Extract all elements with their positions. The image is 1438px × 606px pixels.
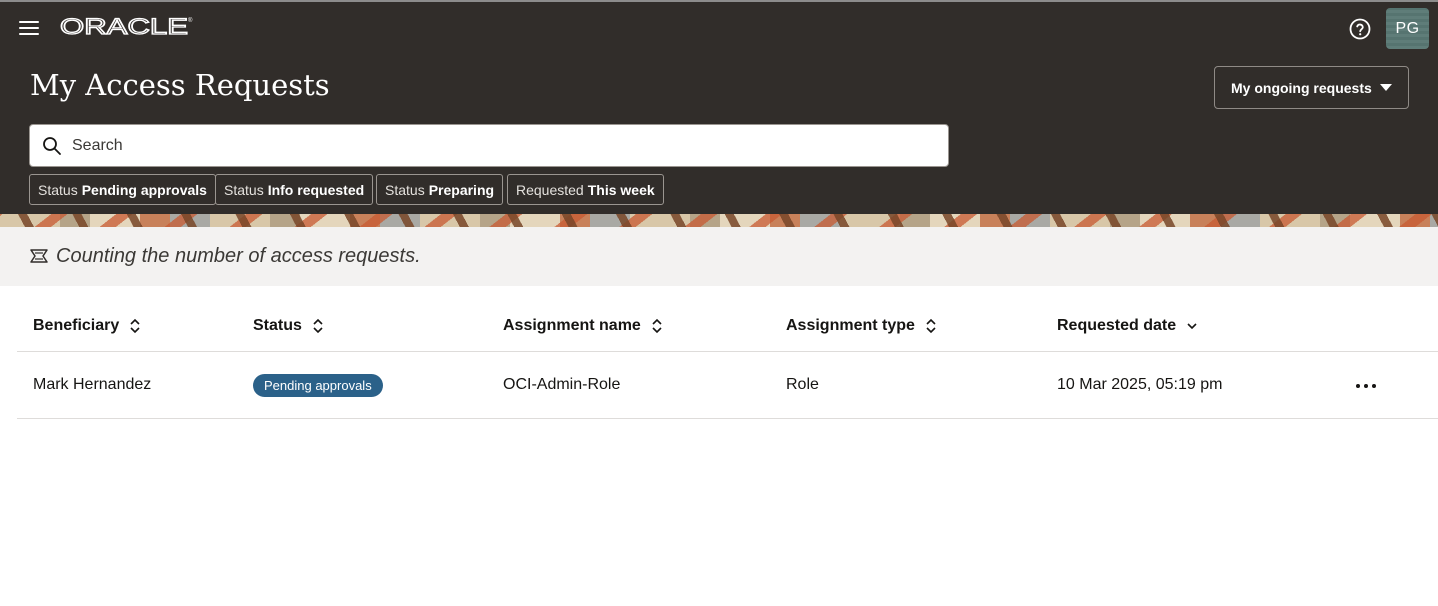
search-icon [43, 137, 61, 155]
cell-beneficiary: Mark Hernandez [33, 376, 152, 393]
sort-icon [130, 318, 140, 334]
chip-value: Preparing [428, 181, 495, 198]
user-avatar[interactable]: PG [1386, 8, 1429, 49]
search-input[interactable] [72, 126, 932, 165]
column-header-assignment-type[interactable]: Assignment type [786, 317, 937, 335]
cell-assignment-type: Role [786, 376, 819, 393]
hamburger-menu-icon[interactable] [16, 17, 42, 39]
status-message-bar: Counting the number of access requests. [0, 227, 1438, 286]
filter-chip-requested-this-week[interactable]: Requested This week [507, 174, 664, 205]
help-circle-icon[interactable] [1348, 17, 1372, 41]
requests-view-select[interactable]: My ongoing requests [1214, 66, 1409, 109]
view-select-value: My ongoing requests [1231, 79, 1372, 96]
sort-descending-icon [1187, 323, 1197, 330]
table-header-row: Beneficiary Status Assignment name Assig… [17, 302, 1438, 352]
column-header-beneficiary[interactable]: Beneficiary [33, 317, 141, 335]
column-label: Assignment name [503, 317, 641, 334]
sort-icon [313, 318, 323, 334]
status-badge: Pending approvals [253, 374, 383, 397]
chip-key: Status [385, 181, 425, 198]
column-label: Requested date [1057, 317, 1177, 334]
column-label: Assignment type [786, 317, 915, 334]
cell-assignment-name: OCI-Admin-Role [503, 376, 621, 393]
caret-down-icon [1380, 84, 1392, 91]
sort-icon [926, 318, 936, 334]
svg-text:ORACLE: ORACLE [60, 14, 188, 38]
page-title: My Access Requests [30, 68, 330, 102]
ribbon-icon [30, 249, 48, 263]
filter-chip-status-pending-approvals[interactable]: Status Pending approvals [29, 174, 216, 205]
table-row[interactable]: Mark Hernandez Pending approvals OCI-Adm… [17, 353, 1438, 419]
column-header-assignment-name[interactable]: Assignment name [503, 317, 663, 335]
search-box[interactable] [29, 124, 949, 167]
chip-value: This week [587, 181, 655, 198]
column-label: Status [253, 317, 302, 334]
more-actions-icon[interactable] [1354, 378, 1378, 394]
oracle-logo[interactable]: ORACLE ® [60, 14, 194, 38]
app-header: ORACLE ® PG My Access Requests My ongoin… [0, 0, 1438, 214]
column-header-requested-date[interactable]: Requested date [1057, 317, 1198, 335]
chip-key: Requested [516, 181, 584, 198]
chip-key: Status [224, 181, 264, 198]
chip-value: Pending approvals [81, 181, 207, 198]
filter-chip-status-preparing[interactable]: Status Preparing [376, 174, 504, 205]
sort-icon [652, 318, 662, 334]
decorative-banner [0, 214, 1438, 227]
status-message: Counting the number of access requests. [56, 245, 421, 267]
column-header-status[interactable]: Status [253, 317, 324, 335]
chip-value: Info requested [267, 181, 365, 198]
svg-text:®: ® [188, 17, 193, 24]
column-label: Beneficiary [33, 317, 120, 334]
filter-chip-status-info-requested[interactable]: Status Info requested [215, 174, 374, 205]
cell-requested-date: 10 Mar 2025, 05:19 pm [1057, 376, 1223, 393]
avatar-initials: PG [1395, 19, 1420, 37]
chip-key: Status [38, 181, 78, 198]
